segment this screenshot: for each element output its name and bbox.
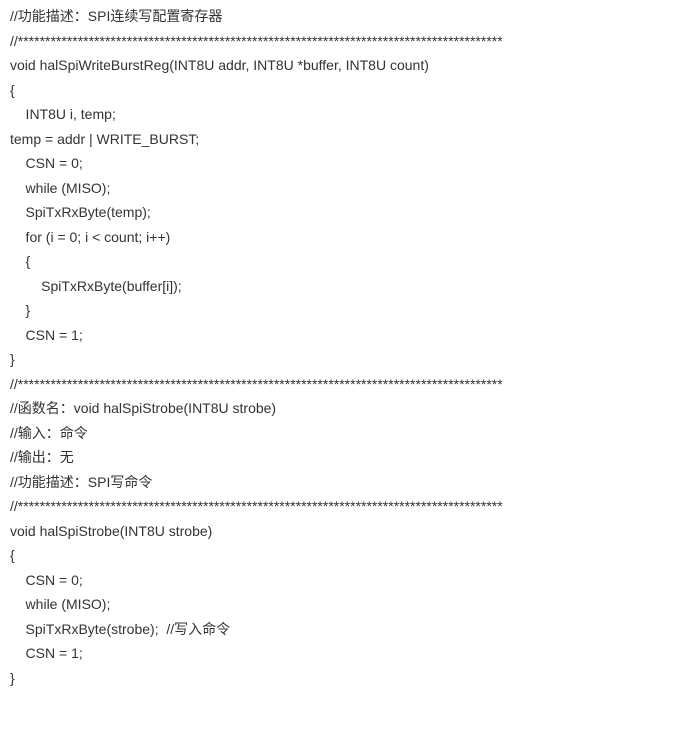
code-line: //**************************************… bbox=[10, 29, 673, 54]
code-line: //**************************************… bbox=[10, 494, 673, 519]
code-line: SpiTxRxByte(buffer[i]); bbox=[10, 274, 673, 299]
code-line: SpiTxRxByte(temp); bbox=[10, 200, 673, 225]
code-line: { bbox=[10, 249, 673, 274]
code-line: } bbox=[10, 298, 673, 323]
code-line: for (i = 0; i < count; i++) bbox=[10, 225, 673, 250]
code-line: //**************************************… bbox=[10, 372, 673, 397]
code-line: CSN = 0; bbox=[10, 151, 673, 176]
code-line: } bbox=[10, 666, 673, 691]
code-line: while (MISO); bbox=[10, 592, 673, 617]
code-line: CSN = 0; bbox=[10, 568, 673, 593]
code-line: void halSpiWriteBurstReg(INT8U addr, INT… bbox=[10, 53, 673, 78]
code-line: { bbox=[10, 78, 673, 103]
code-line: temp = addr | WRITE_BURST; bbox=[10, 127, 673, 152]
code-line: SpiTxRxByte(strobe); //写入命令 bbox=[10, 617, 673, 642]
code-line: } bbox=[10, 347, 673, 372]
code-line: INT8U i, temp; bbox=[10, 102, 673, 127]
code-line: void halSpiStrobe(INT8U strobe) bbox=[10, 519, 673, 544]
code-line: CSN = 1; bbox=[10, 323, 673, 348]
code-line: //功能描述：SPI连续写配置寄存器 bbox=[10, 4, 673, 29]
code-line: //输入：命令 bbox=[10, 421, 673, 446]
code-line: { bbox=[10, 543, 673, 568]
code-line: //函数名：void halSpiStrobe(INT8U strobe) bbox=[10, 396, 673, 421]
code-line: //输出：无 bbox=[10, 445, 673, 470]
code-line: //功能描述：SPI写命令 bbox=[10, 470, 673, 495]
code-line: while (MISO); bbox=[10, 176, 673, 201]
code-line: CSN = 1; bbox=[10, 641, 673, 666]
